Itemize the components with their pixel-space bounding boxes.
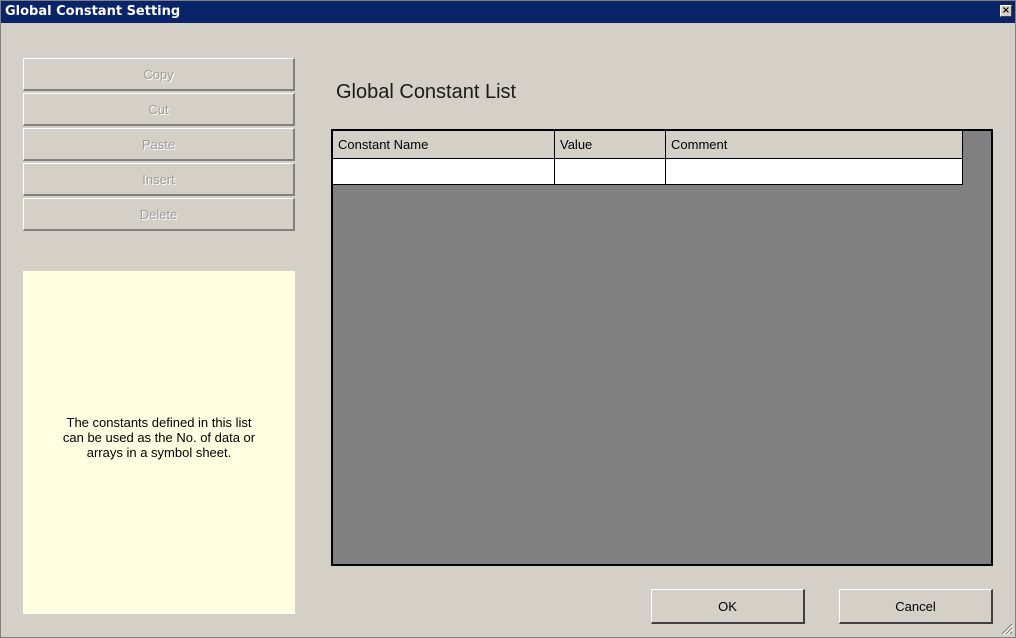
help-text-line: The constants defined in this list [66,415,252,430]
table-row[interactable] [333,159,963,185]
column-header-comment[interactable]: Comment [666,131,963,158]
window-title: Global Constant Setting [5,4,181,19]
constant-grid[interactable]: Constant Name Value Comment [331,129,993,566]
cell-comment[interactable] [666,159,963,184]
delete-button[interactable]: Delete [23,198,295,231]
help-text-line: can be used as the No. of data or [62,430,256,445]
help-panel: The constants defined in this list can b… [23,271,295,614]
cell-value[interactable] [555,159,666,184]
column-header-value[interactable]: Value [555,131,666,158]
paste-button[interactable]: Paste [23,128,295,161]
resize-grip-icon[interactable] [999,621,1013,635]
close-icon: × [1001,5,1011,16]
insert-button[interactable]: Insert [23,163,295,196]
ok-button[interactable]: OK [651,589,805,624]
list-title: Global Constant List [336,81,517,103]
cell-constant-name[interactable] [333,159,555,184]
title-bar[interactable]: Global Constant Setting × [1,1,1015,23]
cancel-button[interactable]: Cancel [839,589,993,624]
grid-header: Constant Name Value Comment [333,131,963,159]
dialog-window: Global Constant Setting × Copy Cut Paste… [0,0,1016,638]
column-header-constant-name[interactable]: Constant Name [333,131,555,158]
copy-button[interactable]: Copy [23,58,295,91]
help-text: The constants defined in this list can b… [23,415,295,460]
help-text-line: arrays in a symbol sheet. [86,445,232,460]
close-button[interactable]: × [1000,5,1012,17]
cut-button[interactable]: Cut [23,93,295,126]
